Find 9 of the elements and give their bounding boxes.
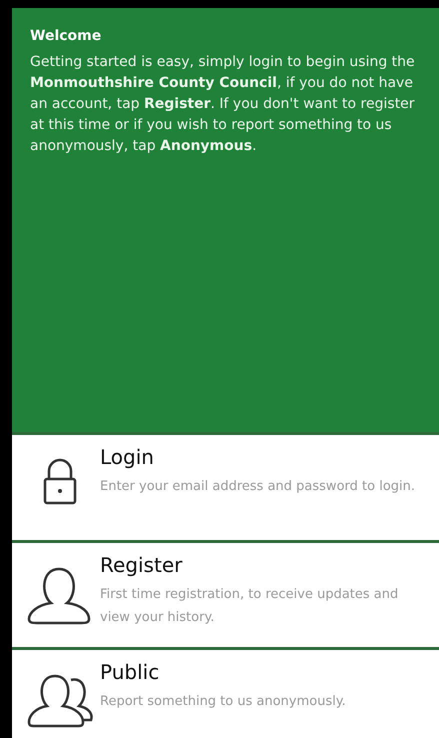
- option-title: Login: [100, 445, 155, 470]
- welcome-title: Welcome: [30, 28, 102, 44]
- option-title: Public: [100, 660, 160, 684]
- option-title: Register: [100, 552, 184, 577]
- option-description: Report something to us anonymously.: [100, 692, 346, 711]
- welcome-text: Getting started is easy, simply login to begin using the Monmouthshire County Council, if you do not have an account, tap Register. If you don't want to register at this time or if you wish to report something to us anonymously, tap Anonymous.: [30, 53, 416, 156]
- option-description: Enter your email address and password to login.: [100, 478, 416, 496]
- option-description: First time registration, to receive updates and view your history.: [100, 586, 400, 627]
- lock-icon: [43, 457, 77, 506]
